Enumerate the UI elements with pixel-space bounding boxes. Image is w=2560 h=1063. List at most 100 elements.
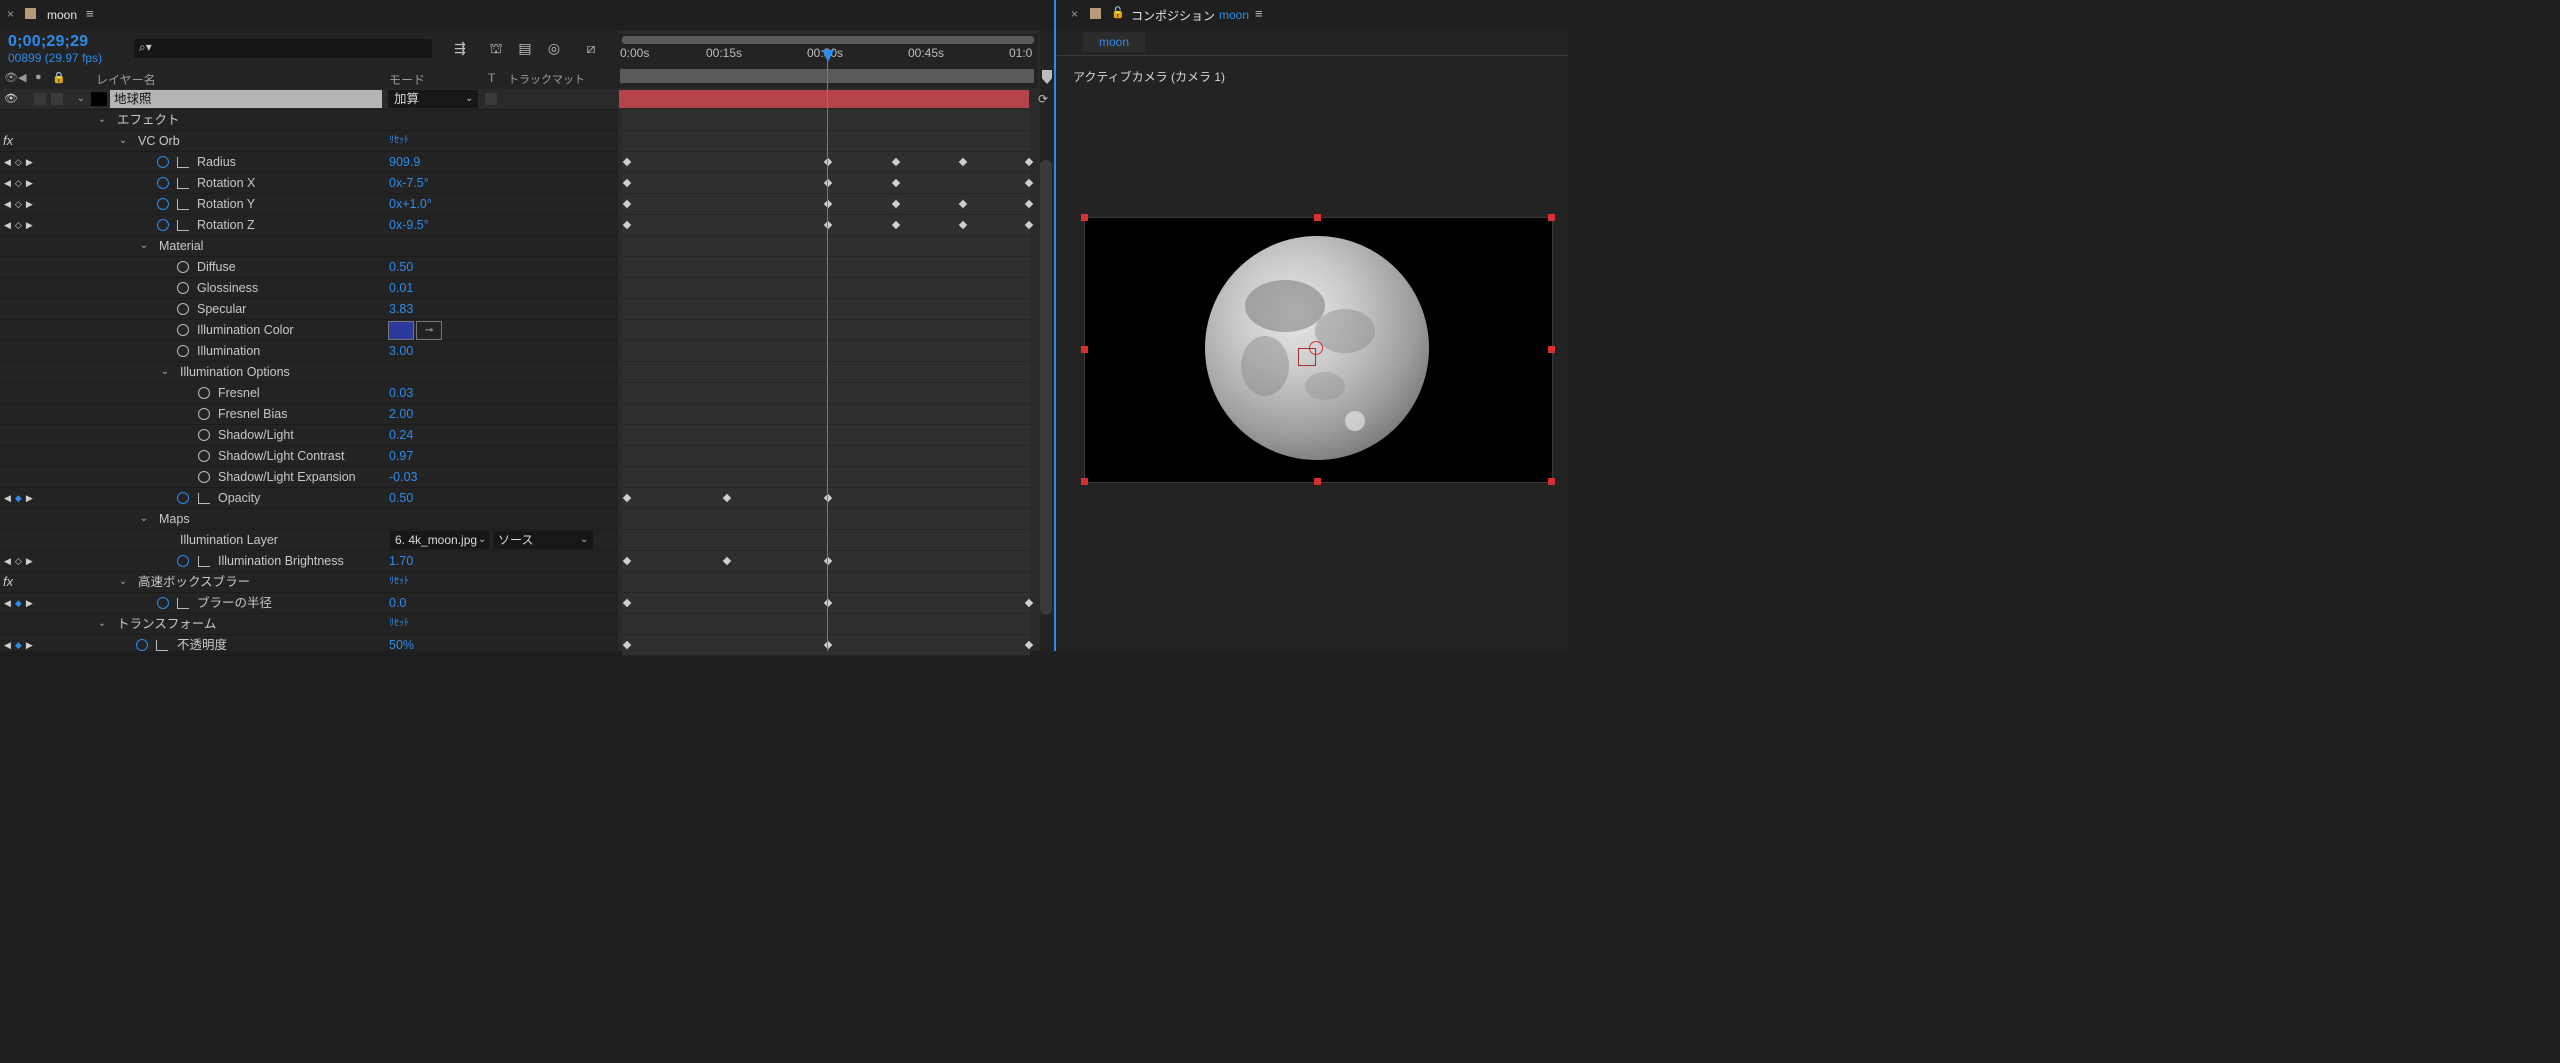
transform-handle-tm[interactable] bbox=[1314, 214, 1321, 221]
track-row[interactable] bbox=[622, 320, 1030, 341]
keyframe-navigator[interactable]: ◀◇▶ bbox=[4, 152, 37, 172]
stopwatch-icon[interactable] bbox=[198, 408, 210, 420]
track-row[interactable] bbox=[622, 278, 1030, 299]
lock-icon[interactable]: 🔓 bbox=[1111, 6, 1125, 19]
chevron-down-icon[interactable]: ⌄ bbox=[96, 614, 108, 634]
eyedropper-icon[interactable]: ⊸ bbox=[416, 321, 442, 340]
material-group-row[interactable]: ⌄ Material bbox=[0, 236, 618, 257]
mode-header[interactable]: モード bbox=[389, 71, 425, 88]
track-row[interactable] bbox=[622, 530, 1030, 551]
stopwatch-icon[interactable] bbox=[198, 429, 210, 441]
property-value[interactable]: 0x-9.5° bbox=[389, 215, 429, 235]
effect-group-row[interactable]: ⌄ エフェクト bbox=[0, 110, 618, 131]
keyframe-navigator[interactable]: ◀◇▶ bbox=[4, 551, 37, 571]
track-row[interactable] bbox=[622, 383, 1030, 404]
track-row[interactable] bbox=[622, 131, 1030, 152]
composition-tab-title[interactable]: コンポジション bbox=[1131, 7, 1215, 24]
stopwatch-icon[interactable] bbox=[177, 261, 189, 273]
property-row[interactable]: Shadow/Light Expansion -0.03 bbox=[0, 467, 618, 488]
label-color-2[interactable] bbox=[51, 93, 63, 105]
property-value[interactable]: 0x-7.5° bbox=[389, 173, 429, 193]
graph-icon[interactable] bbox=[156, 640, 168, 651]
keyframe-navigator[interactable]: ◀◇▶ bbox=[4, 194, 37, 214]
graph-icon[interactable] bbox=[177, 199, 189, 210]
comp-marker-icon[interactable]: ⟳ bbox=[1038, 92, 1048, 106]
track-row[interactable] bbox=[622, 110, 1030, 131]
playhead-line[interactable] bbox=[827, 50, 828, 651]
keyframe-navigator[interactable]: ◀◇▶ bbox=[4, 215, 37, 235]
maps-group-row[interactable]: ⌄ Maps bbox=[0, 509, 618, 530]
layer-duration-bar[interactable] bbox=[619, 90, 1029, 108]
transform-row[interactable]: ⌄ トランスフォーム ﾘｾｯﾄ bbox=[0, 614, 618, 635]
frame-blend-icon[interactable]: ▤ bbox=[516, 40, 534, 56]
timecode-display[interactable]: 0;00;29;29 bbox=[8, 33, 88, 51]
property-value[interactable]: 0x+1.0° bbox=[389, 194, 432, 214]
color-swatch[interactable] bbox=[388, 321, 414, 340]
property-row[interactable]: ◀◇▶ Rotation Z 0x-9.5° bbox=[0, 215, 618, 236]
composition-tab-name[interactable]: moon bbox=[1219, 8, 1249, 22]
property-value[interactable]: 3.00 bbox=[389, 341, 413, 361]
transform-handle-tr[interactable] bbox=[1548, 214, 1555, 221]
reset-link[interactable]: ﾘｾｯﾄ bbox=[389, 572, 409, 592]
property-row[interactable]: Illumination Layer 6. 4k_moon.jpg ⌄ ソース … bbox=[0, 530, 618, 551]
motion-blur-icon[interactable]: ◎ bbox=[545, 40, 563, 56]
graph-icon[interactable] bbox=[198, 556, 210, 567]
boxblur-row[interactable]: fx ⌄ 高速ボックスブラー ﾘｾｯﾄ bbox=[0, 572, 618, 593]
stopwatch-icon[interactable] bbox=[157, 597, 169, 609]
visibility-icon[interactable]: 👁 bbox=[4, 89, 18, 109]
playhead-handle[interactable] bbox=[822, 50, 834, 62]
time-navigator[interactable] bbox=[622, 36, 1034, 44]
graph-icon[interactable] bbox=[177, 598, 189, 609]
property-value[interactable]: 50% bbox=[389, 635, 414, 655]
property-row[interactable]: ◀◆▶ 不透明度 50% bbox=[0, 635, 618, 656]
graph-icon[interactable] bbox=[177, 220, 189, 231]
comp-sub-tab[interactable]: moon bbox=[1083, 32, 1145, 52]
property-value[interactable]: 1.70 bbox=[389, 551, 413, 571]
transform-handle-ml[interactable] bbox=[1081, 346, 1088, 353]
eye-icon[interactable]: 👁 bbox=[4, 71, 18, 84]
track-row[interactable] bbox=[622, 509, 1030, 530]
menu-icon[interactable]: ≡ bbox=[1255, 6, 1263, 21]
vcorb-row[interactable]: fx ⌄ VC Orb ﾘｾｯﾄ bbox=[0, 131, 618, 152]
property-row[interactable]: ◀◆▶ Opacity 0.50 bbox=[0, 488, 618, 509]
property-row[interactable]: Shadow/Light Contrast 0.97 bbox=[0, 446, 618, 467]
graph-editor-icon[interactable]: ⧄ bbox=[582, 40, 600, 56]
track-row[interactable] bbox=[622, 614, 1030, 635]
stopwatch-icon[interactable] bbox=[198, 387, 210, 399]
property-value[interactable]: 0.24 bbox=[389, 425, 413, 445]
property-value[interactable]: 0.97 bbox=[389, 446, 413, 466]
layer-name-header[interactable]: レイヤー名 bbox=[96, 71, 156, 88]
stopwatch-icon[interactable] bbox=[157, 219, 169, 231]
audio-icon[interactable]: ◀ bbox=[18, 71, 26, 84]
chevron-down-icon[interactable]: ⌄ bbox=[117, 572, 129, 592]
property-row[interactable]: Diffuse 0.50 bbox=[0, 257, 618, 278]
property-row[interactable]: Shadow/Light 0.24 bbox=[0, 425, 618, 446]
keyframe-navigator[interactable]: ◀◆▶ bbox=[4, 488, 37, 508]
property-value[interactable]: 909.9 bbox=[389, 152, 420, 172]
track-row[interactable] bbox=[622, 572, 1030, 593]
stopwatch-icon[interactable] bbox=[177, 345, 189, 357]
transform-handle-tl[interactable] bbox=[1081, 214, 1088, 221]
property-row[interactable]: Glossiness 0.01 bbox=[0, 278, 618, 299]
stopwatch-icon[interactable] bbox=[177, 492, 189, 504]
reset-link[interactable]: ﾘｾｯﾄ bbox=[389, 614, 409, 634]
property-value[interactable]: 0.01 bbox=[389, 278, 413, 298]
property-row[interactable]: Illumination 3.00 bbox=[0, 341, 618, 362]
track-row[interactable] bbox=[622, 425, 1030, 446]
search-input[interactable]: ⌕▾ bbox=[134, 39, 432, 58]
solo-icon[interactable]: ● bbox=[35, 71, 42, 83]
property-row[interactable]: Specular 3.83 bbox=[0, 299, 618, 320]
track-matte-checkbox[interactable] bbox=[485, 93, 497, 105]
stopwatch-icon[interactable] bbox=[157, 177, 169, 189]
timeline-tab-title[interactable]: moon bbox=[47, 8, 77, 22]
menu-icon[interactable]: ≡ bbox=[86, 6, 94, 21]
illum-options-row[interactable]: ⌄ Illumination Options bbox=[0, 362, 618, 383]
property-value[interactable]: 0.0 bbox=[389, 593, 406, 613]
property-row[interactable]: ◀◇▶ Rotation Y 0x+1.0° bbox=[0, 194, 618, 215]
close-icon[interactable]: × bbox=[7, 7, 14, 21]
chevron-down-icon[interactable]: ⌄ bbox=[138, 236, 150, 256]
property-row[interactable]: ◀◇▶ Radius 909.9 bbox=[0, 152, 618, 173]
property-value[interactable]: 2.00 bbox=[389, 404, 413, 424]
track-row[interactable] bbox=[622, 362, 1030, 383]
track-row[interactable] bbox=[622, 404, 1030, 425]
